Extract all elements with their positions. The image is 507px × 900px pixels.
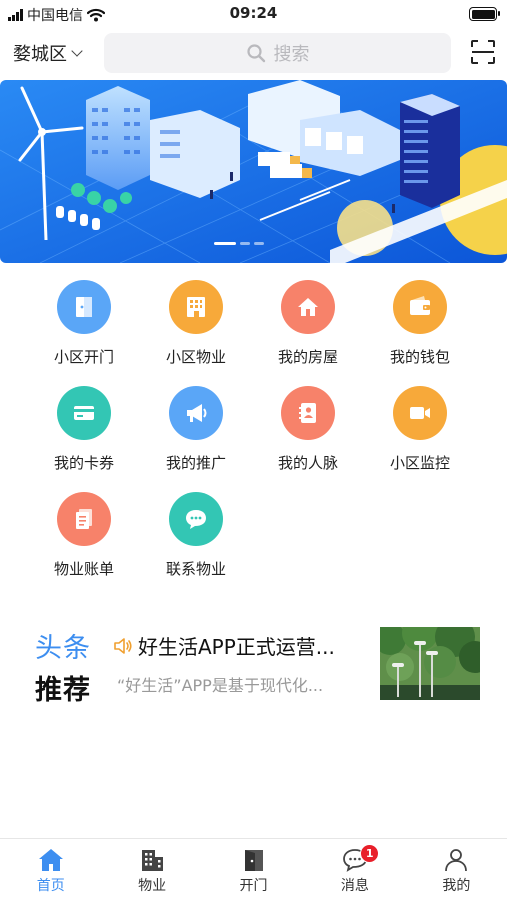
tab-property[interactable]: 物业 [101,839,202,900]
news-title-line2: 推荐 [35,675,91,706]
chat-icon [169,492,223,546]
banner-pagination [214,242,264,245]
person-icon [445,849,468,872]
banner-dot [214,242,236,245]
grid-item-my-contacts[interactable]: 我的人脉 [252,386,364,474]
contacts-icon [281,386,335,440]
grid-item-community-property[interactable]: 小区物业 [140,280,252,368]
grid-item-label: 我的钱包 [389,348,450,366]
megaphone-icon [169,386,223,440]
house-icon [281,280,335,334]
city-selector[interactable]: 婺城区 [13,40,83,66]
bottom-tab-bar: 首页 物业 开门 1 消息 我的 [0,838,507,900]
battery-icon [469,7,500,21]
search-icon [246,44,265,63]
function-grid: 小区开门 小区物业 我的房屋 我的钱包 我的卡券 我的推广 我的人脉 小区监控 … [28,280,476,580]
tab-label: 消息 [340,878,369,894]
news-thumbnail[interactable] [380,627,480,700]
tab-label: 首页 [36,878,65,894]
tab-home[interactable]: 首页 [0,839,101,900]
wallet-icon [393,280,447,334]
grid-item-community-monitor[interactable]: 小区监控 [364,386,476,474]
grid-item-label: 我的人脉 [277,454,338,472]
status-bar: 中国电信 09:24 [0,0,507,28]
grid-item-label: 小区监控 [389,454,450,472]
grid-item-label: 我的推广 [165,454,226,472]
door-icon [57,280,111,334]
tab-label: 物业 [138,878,167,894]
banner-dot [254,242,264,245]
grid-item-label: 我的房屋 [277,348,338,366]
grid-item-contact-property[interactable]: 联系物业 [140,492,252,580]
card-icon [57,386,111,440]
home-icon [38,849,63,871]
news-title-line1: 头条 [35,633,91,664]
banner-illustration [0,80,507,263]
bill-icon [57,492,111,546]
search-input[interactable]: 搜索 [104,33,451,73]
grid-item-label: 联系物业 [165,560,226,578]
news-summary: “好生活”APP是基于现代化... [117,676,324,695]
city-label: 婺城区 [13,44,67,65]
grid-item-community-door[interactable]: 小区开门 [28,280,140,368]
banner-dot [240,242,250,245]
status-time: 09:24 [229,4,278,22]
scan-icon[interactable] [470,39,496,65]
header: 婺城区 搜索 [0,30,507,76]
building-icon [142,850,164,871]
grid-item-label: 我的卡券 [53,454,114,472]
building-icon [169,280,223,334]
headline-news[interactable]: 头条 推荐 好生活APP正式运营... “好生活”APP是基于现代化... [0,622,507,710]
grid-item-label: 小区物业 [165,348,226,366]
camera-icon [393,386,447,440]
tab-label: 我的 [442,878,471,894]
search-placeholder: 搜索 [273,44,310,65]
grid-item-my-cards[interactable]: 我的卡券 [28,386,140,474]
grid-item-my-wallet[interactable]: 我的钱包 [364,280,476,368]
chevron-down-icon [71,44,83,57]
tab-mine[interactable]: 我的 [406,839,507,900]
tab-label: 开门 [239,878,268,894]
banner-carousel[interactable] [0,80,507,263]
tab-open-door[interactable]: 开门 [203,839,304,900]
tab-messages[interactable]: 1 消息 [304,839,405,900]
grid-item-label: 物业账单 [53,560,114,578]
news-headline[interactable]: 好生活APP正式运营... [138,631,360,660]
speaker-icon [114,638,132,654]
grid-item-my-house[interactable]: 我的房屋 [252,280,364,368]
thumbnail-image [380,627,480,700]
door-icon [244,850,263,871]
grid-item-label: 小区开门 [53,348,114,366]
grid-item-my-promotion[interactable]: 我的推广 [140,386,252,474]
grid-item-property-bill[interactable]: 物业账单 [28,492,140,580]
unread-badge: 1 [360,844,380,863]
